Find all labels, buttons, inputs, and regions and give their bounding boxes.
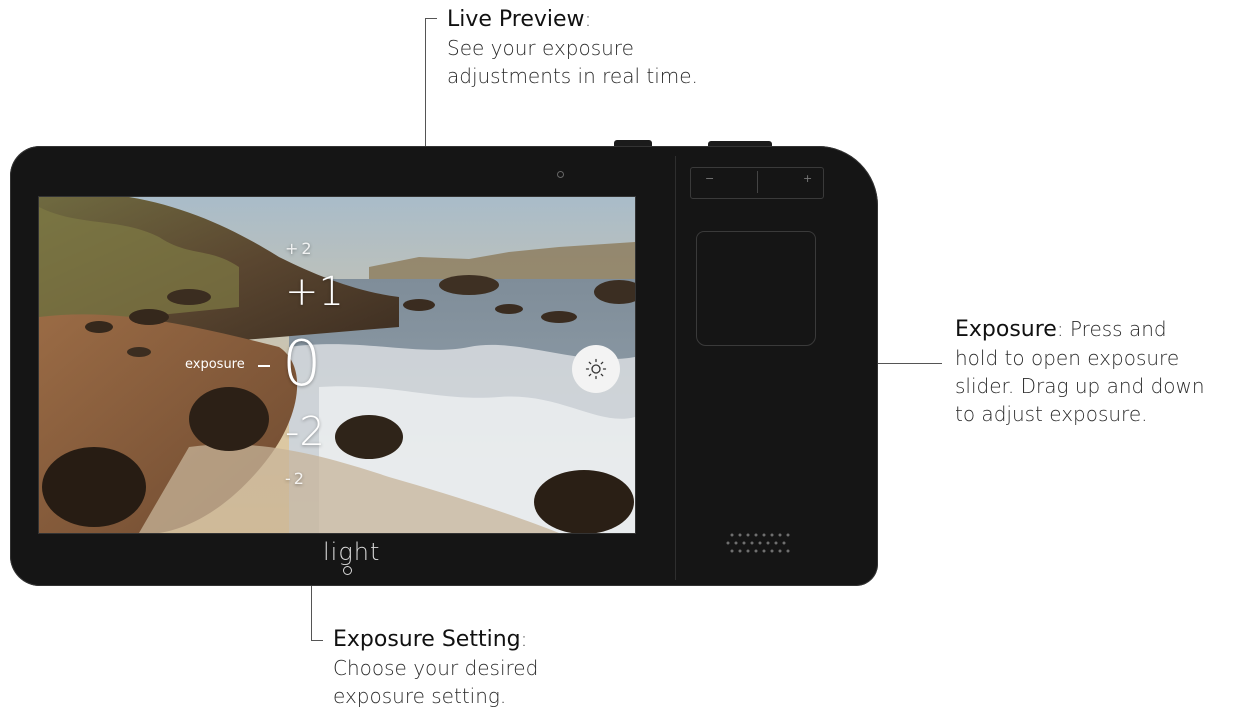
exposure-indicator-tick	[258, 365, 270, 367]
ev-scale-current[interactable]: 0	[282, 327, 321, 400]
exposure-slider-label: exposure	[185, 357, 245, 372]
light-logo: light	[323, 538, 381, 566]
exposure-setting-title: Exposure Setting	[333, 627, 521, 652]
live-preview-colon: :	[584, 7, 592, 31]
ev-scale-bottom-small: -2	[285, 469, 307, 488]
ev-scale-upper[interactable]: +1	[285, 269, 344, 315]
sun-icon	[585, 358, 607, 380]
live-preview-callout: Live Preview: See your exposure adjustme…	[447, 5, 698, 90]
live-preview-title: Live Preview	[447, 7, 585, 32]
exposure-callout-line-1: hold to open exposure	[955, 346, 1180, 370]
live-preview-screen[interactable]: +2 +1 exposure 0 -2 -2	[38, 196, 636, 534]
logo-ring	[343, 566, 352, 575]
exposure-callout-line-2: slider. Drag up and down	[955, 374, 1205, 398]
front-sensor-dot	[557, 171, 564, 178]
speaker-grille	[726, 533, 790, 553]
camera-device: +2 +1 exposure 0 -2 -2 light − +	[10, 146, 878, 586]
exposure-callout-title: Exposure	[955, 317, 1057, 342]
zoom-rocker[interactable]: − +	[690, 167, 824, 199]
exposure-callout-line-0: Press and	[1069, 317, 1167, 341]
exposure-setting-line-1: Choose your desired	[333, 656, 539, 680]
zoom-rocker-separator	[757, 171, 758, 193]
live-preview-line-1: See your exposure	[447, 36, 634, 60]
exposure-callout-colon: :	[1056, 317, 1064, 341]
exposure-callout-line-3: to adjust exposure.	[955, 402, 1148, 426]
exposure-setting-colon: :	[520, 627, 528, 651]
exposure-setting-callout: Exposure Setting: Choose your desired ex…	[333, 625, 538, 710]
beach-photo	[39, 197, 635, 533]
zoom-in-label[interactable]: +	[803, 172, 812, 185]
zoom-out-label[interactable]: −	[705, 172, 714, 185]
exposure-button[interactable]	[572, 345, 620, 393]
ev-scale-lower[interactable]: -2	[285, 409, 325, 455]
exposure-setting-line-2: exposure setting.	[333, 684, 507, 708]
touchpad[interactable]	[696, 231, 816, 346]
device-divider	[675, 156, 676, 580]
ev-scale-top-small: +2	[285, 239, 315, 258]
exposure-callout: Exposure: Press and hold to open exposur…	[955, 315, 1205, 428]
live-preview-line-2: adjustments in real time.	[447, 64, 698, 88]
